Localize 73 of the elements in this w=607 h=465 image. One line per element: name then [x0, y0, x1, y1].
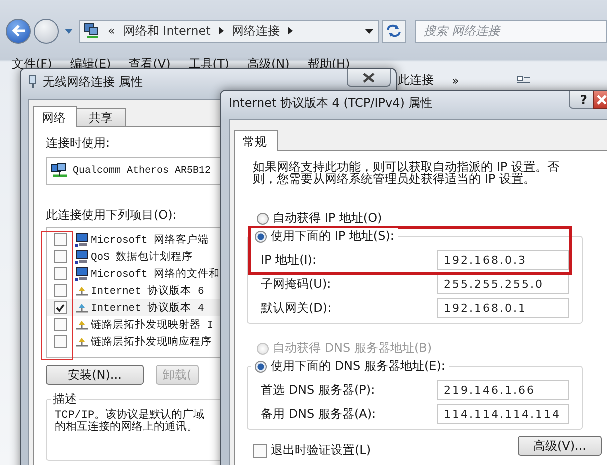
computer-icon [75, 232, 89, 246]
group-title: 描述 [51, 391, 79, 408]
window-title: 无线网络连接 属性 [43, 74, 143, 90]
radio-button[interactable] [257, 212, 269, 224]
tab[interactable]: 常规 [234, 130, 278, 151]
field-label: 子网掩码(U): [261, 276, 332, 292]
dropdown-caret-icon[interactable] [365, 28, 374, 34]
list-item[interactable]: QoS 数据包计划程序 [91, 250, 194, 264]
list-label: 此连接使用下列项目(O): [46, 207, 177, 224]
field-label: 备用 DNS 服务器(A): [261, 406, 378, 422]
breadcrumb-chevron[interactable]: « [108, 24, 116, 38]
refresh-icon [386, 24, 402, 38]
chevron-right-icon[interactable] [288, 27, 293, 35]
chevron-right-icon[interactable] [218, 27, 224, 35]
ip-address-field[interactable]: 192.168.0.3 [437, 250, 569, 270]
caret-icon[interactable] [65, 28, 73, 34]
close-button[interactable] [347, 69, 391, 87]
network-adapter-icon [51, 163, 69, 179]
checkbox[interactable] [54, 301, 67, 314]
window-title: Internet 协议版本 4 (TCP/IPv4) 属性 [229, 94, 433, 112]
list-item[interactable]: 链路层拓扑发现响应程序 [91, 334, 212, 348]
radio-button[interactable] [255, 360, 267, 372]
breadcrumb-item[interactable]: 网络和 Internet [123, 22, 211, 40]
network-protocol-icon [75, 336, 89, 346]
network-protocol-icon [75, 286, 89, 296]
advanced-button[interactable]: 高级(V)... [518, 436, 602, 456]
refresh-button[interactable] [382, 20, 406, 42]
field-label: 默认网关(D): [261, 300, 333, 316]
close-icon [363, 72, 375, 82]
computer-icon [75, 266, 89, 280]
ip-address-field[interactable]: 255.255.255.0 [437, 274, 569, 294]
forward-button[interactable] [34, 18, 59, 44]
checkbox[interactable] [54, 233, 67, 246]
list-item[interactable]: Internet 协议版本 6 [91, 284, 204, 298]
back-button[interactable] [6, 18, 31, 44]
computer-icon [75, 250, 89, 264]
intro-text: 如果网络支持此功能，则可以获取自动指派的 IP 设置。否则，您需要从网络系统管理员处获得适当的 IP 设置。 [253, 161, 560, 185]
search-field[interactable]: 搜索 网络连接 [415, 20, 607, 42]
description-text: TCP/IP。该协议是默认的广域 [55, 410, 206, 422]
arrow-left-icon [12, 25, 26, 37]
list-item[interactable]: 链路层拓扑发现映射器 I [91, 318, 214, 332]
checkbox[interactable] [54, 335, 67, 348]
checkbox[interactable] [54, 318, 67, 331]
field-label: 首选 DNS 服务器(P): [261, 382, 376, 398]
field-label: 连接时使用: [46, 135, 110, 152]
view-icon[interactable] [517, 76, 532, 86]
dialog-button[interactable]: 安装(N)... [46, 365, 144, 385]
checkbox[interactable] [253, 444, 267, 458]
network-protocol-icon [75, 320, 89, 330]
breadcrumb-item[interactable]: 网络连接 [232, 22, 280, 40]
radio-label[interactable]: 自动获得 IP 地址(O) [273, 210, 382, 227]
adapter-name: Qualcomm Atheros AR5B12 [73, 166, 212, 176]
radio-button[interactable] [255, 230, 267, 242]
network-icon [84, 23, 100, 39]
toolbar-overflow[interactable]: » [452, 74, 460, 88]
close-icon [597, 94, 607, 104]
ip-address-field[interactable]: 219.146.1.66 [437, 380, 569, 400]
list-item[interactable]: Microsoft 网络的文件和 [91, 266, 220, 280]
network-protocol-icon [75, 302, 89, 312]
checkbox-label[interactable]: 退出时验证设置(L) [271, 442, 372, 459]
tab[interactable]: 共享 [76, 108, 126, 126]
address-bar[interactable]: « 网络和 Internet 网络连接 [79, 20, 379, 42]
ip-address-field[interactable]: 192.168.0.1 [437, 298, 569, 318]
checkbox[interactable] [54, 284, 67, 297]
checkbox[interactable] [54, 250, 67, 263]
list-item[interactable]: Microsoft 网络客户端 [91, 232, 210, 246]
toolbar-item[interactable]: 此连接 [398, 72, 434, 89]
checkbox[interactable] [54, 267, 67, 280]
adapter-icon [29, 75, 37, 89]
ip-address-field[interactable]: 114.114.114.114 [437, 404, 569, 424]
field-label: IP 地址(I): [261, 252, 318, 268]
tab[interactable]: 网络 [33, 106, 77, 127]
description-text: 的相互连接的网络上的通讯。 [55, 422, 199, 434]
